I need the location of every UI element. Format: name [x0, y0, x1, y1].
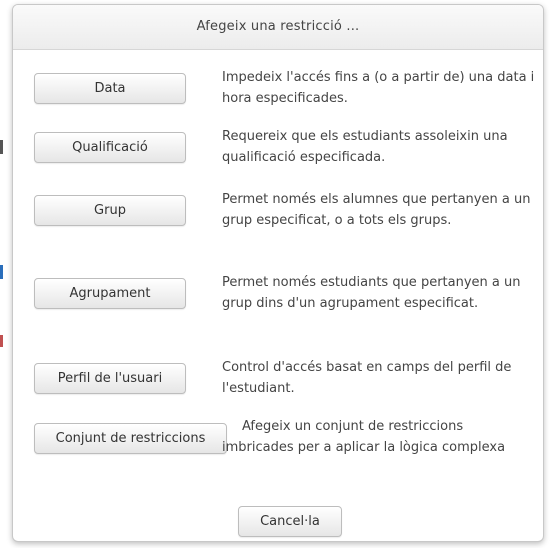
user-profile-restriction-description: Control d'accés basat en camps del perfi… — [222, 360, 512, 396]
user-profile-restriction-button[interactable]: Perfil de l'usuari — [34, 363, 186, 394]
grade-restriction-description: Requereix que els estudiants assoleixin … — [222, 129, 508, 165]
grade-restriction-button[interactable]: Qualificació — [34, 132, 186, 163]
date-restriction-description: Impedeix l'accés fins a (o a partir de) … — [222, 70, 535, 106]
page: Afegeix una restricció ... Data Impedeix… — [0, 0, 558, 548]
grouping-restriction-description: Permet només estudiants que pertanyen a … — [222, 275, 521, 311]
grouping-restriction-button[interactable]: Agrupament — [34, 278, 186, 309]
dialog-title: Afegeix una restricció ... — [13, 5, 543, 50]
group-restriction-button[interactable]: Grup — [34, 195, 186, 226]
add-restriction-dialog: Afegeix una restricció ... Data Impedeix… — [12, 4, 544, 542]
restriction-set-button[interactable]: Conjunt de restriccions — [34, 423, 227, 454]
background-fragment — [0, 140, 3, 154]
background-fragment — [0, 335, 3, 347]
cancel-button[interactable]: Cancel·la — [238, 506, 342, 537]
restriction-set-description: Afegeix un conjunt de restriccions imbri… — [222, 419, 506, 455]
date-restriction-button[interactable]: Data — [34, 73, 186, 104]
group-restriction-description: Permet només els alumnes que pertanyen a… — [222, 192, 531, 228]
background-fragment — [0, 265, 3, 279]
